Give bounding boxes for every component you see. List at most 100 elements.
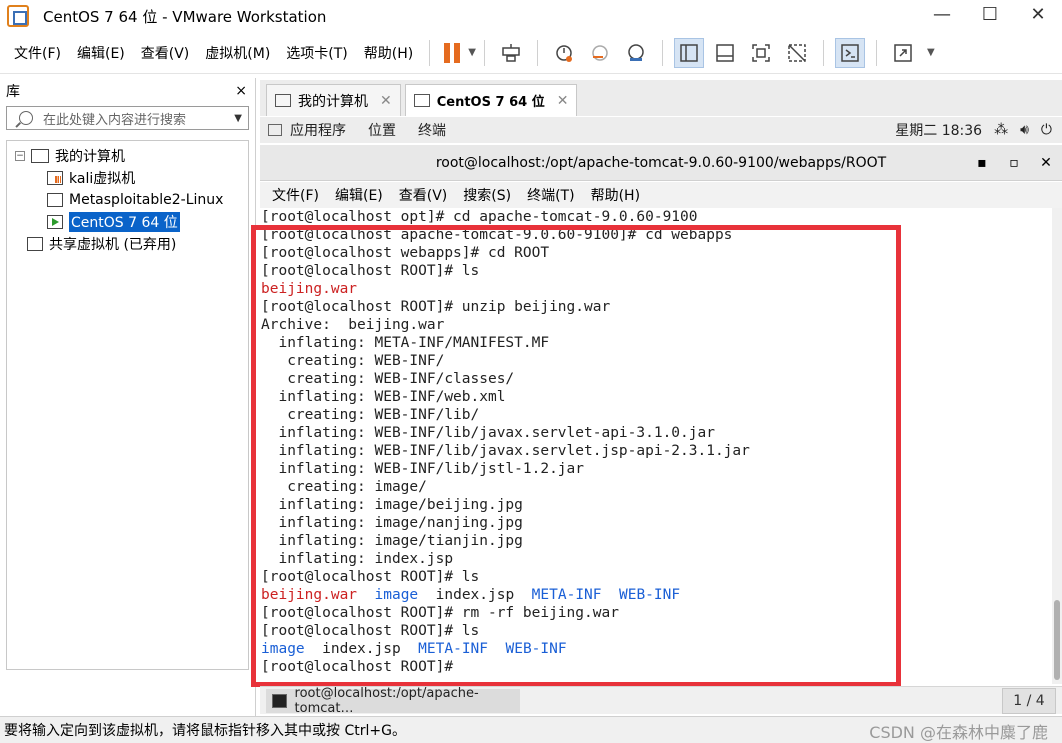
terminal-line: inflating: WEB-INF/lib/javax.servlet-api… [261, 425, 715, 441]
tree-item-shared[interactable]: 共享虚拟机 (已弃用) [7, 233, 248, 255]
terminal-line: [root@localhost ROOT]# unzip beijing.war [261, 299, 611, 315]
close-icon[interactable]: ✕ [557, 93, 569, 109]
library-view-icon[interactable] [673, 37, 704, 68]
clock[interactable]: 星期二 18:36 [895, 120, 982, 140]
ls-entry: image [261, 641, 305, 657]
power-icon[interactable]: ⏻ [1041, 122, 1052, 138]
terminal-menu-search[interactable]: 搜索(S) [459, 185, 515, 205]
library-tree: − 我的计算机 kali虚拟机 Metasploitable2-Linux Ce… [6, 140, 249, 670]
terminal-line: Archive: beijing.war [261, 317, 445, 333]
terminal-line: creating: image/ [261, 479, 427, 495]
places-menu[interactable]: 位置 [368, 120, 396, 140]
ls-entry: META-INF [531, 587, 602, 603]
ls-output-line: image index.jsp META-INF WEB-INF [260, 640, 1052, 658]
library-search-input[interactable]: 在此处键入内容进行搜索 ▼ [6, 106, 249, 130]
tab-centos[interactable]: CentOS 7 64 位 ✕ [404, 84, 578, 116]
close-button[interactable]: ✕ [1030, 145, 1062, 181]
close-button[interactable]: ✕ [1014, 0, 1062, 32]
menu-view[interactable]: 查看(V) [133, 43, 198, 63]
ls-entry: META-INF [418, 641, 489, 657]
chevron-down-icon[interactable]: ▼ [927, 47, 935, 58]
terminal-line: inflating: image/nanjing.jpg [261, 515, 523, 531]
tab-label: CentOS 7 64 位 [436, 95, 545, 110]
console-view-icon[interactable] [710, 38, 740, 68]
ls-entry: index.jsp [435, 587, 515, 603]
tree-label: CentOS 7 64 位 [69, 212, 180, 232]
tree-item-kali[interactable]: kali虚拟机 [7, 167, 248, 189]
terminal-output[interactable]: [root@localhost opt]# cd apache-tomcat-9… [260, 208, 1052, 684]
unity-icon[interactable] [782, 38, 812, 68]
apps-icon [268, 124, 282, 136]
terminal-menu-file[interactable]: 文件(F) [268, 185, 323, 205]
taskbar-terminal-item[interactable]: root@localhost:/opt/apache-tomcat… [266, 686, 520, 716]
status-bar: 要将输入定向到该虚拟机，请将鼠标指针移入其中或按 Ctrl+G。 CSDN @在… [0, 716, 1062, 743]
terminal-view-icon[interactable] [834, 37, 865, 68]
scrollbar-thumb[interactable] [1054, 600, 1060, 680]
collapse-icon[interactable]: − [15, 151, 25, 161]
chevron-down-icon[interactable]: ▼ [468, 47, 476, 58]
terminal-line: inflating: WEB-INF/lib/javax.servlet.jsp… [261, 443, 750, 459]
maximize-button[interactable]: ☐ [966, 0, 1014, 32]
ls-entry: beijing.war [261, 587, 358, 603]
terminal-line: [root@localhost ROOT]# [261, 659, 462, 675]
toolbar-separator [536, 39, 538, 66]
menu-help[interactable]: 帮助(H) [356, 43, 421, 63]
search-icon [19, 111, 33, 125]
tree-item-metasploitable[interactable]: Metasploitable2-Linux [7, 189, 248, 211]
terminal-menu-terminal[interactable]: 终端(T) [523, 185, 578, 205]
terminal-menu-view[interactable]: 查看(V) [395, 185, 452, 205]
toolbar-separator [483, 39, 485, 66]
terminal-line: creating: WEB-INF/lib/ [261, 407, 480, 423]
terminal-menu-edit[interactable]: 编辑(E) [331, 185, 387, 205]
chevron-down-icon[interactable]: ▼ [234, 113, 242, 124]
volume-icon[interactable]: 🔊︎ [1020, 122, 1029, 138]
revert-snapshot-icon[interactable] [585, 38, 615, 68]
library-close-button[interactable]: × [235, 83, 247, 99]
terminal-title: root@localhost:/opt/apache-tomcat-9.0.60… [435, 154, 887, 171]
terminal-line: [root@localhost ROOT]# ls [261, 569, 480, 585]
terminal-window-controls: ▪ ▫ ✕ [966, 145, 1062, 181]
terminal-scrollbar[interactable] [1052, 208, 1062, 684]
vm-icon [47, 193, 63, 207]
snapshot-icon[interactable] [549, 38, 579, 68]
pause-icon[interactable] [444, 42, 462, 63]
terminal-menu-help[interactable]: 帮助(H) [587, 185, 644, 205]
applications-menu[interactable]: 应用程序 [268, 120, 346, 140]
fullscreen-icon[interactable] [746, 38, 776, 68]
terminal-line: beijing.war [261, 281, 358, 297]
menu-file[interactable]: 文件(F) [6, 43, 69, 63]
ls-entry: image [374, 587, 419, 603]
menu-tabs[interactable]: 选项卡(T) [278, 43, 355, 63]
workspace-pager[interactable]: 1 / 4 [1002, 687, 1056, 714]
tab-my-computer[interactable]: 我的计算机 ✕ [266, 84, 401, 116]
minimize-button[interactable]: ▪ [966, 145, 998, 181]
applications-label: 应用程序 [290, 123, 346, 139]
window-title: CentOS 7 64 位 - VMware Workstation [43, 7, 327, 26]
menu-edit[interactable]: 编辑(E) [69, 43, 133, 63]
maximize-button[interactable]: ▫ [998, 145, 1030, 181]
tab-bar: 我的计算机 ✕ CentOS 7 64 位 ✕ [260, 80, 1062, 116]
terminal-line: [root@localhost webapps]# cd ROOT [261, 245, 550, 261]
tree-item-centos[interactable]: CentOS 7 64 位 [7, 211, 248, 233]
tree-item-my-computer[interactable]: − 我的计算机 [7, 145, 248, 167]
terminal-menu[interactable]: 终端 [418, 120, 446, 140]
menu-toolbar: 文件(F) 编辑(E) 查看(V) 虚拟机(M) 选项卡(T) 帮助(H) ▼ … [0, 32, 1062, 74]
close-icon[interactable]: ✕ [380, 93, 392, 109]
stretch-icon[interactable] [888, 38, 918, 68]
window-controls: — ☐ ✕ [918, 0, 1062, 32]
toolbar-separator [875, 39, 877, 66]
title-bar: CentOS 7 64 位 - VMware Workstation — ☐ ✕ [0, 0, 1062, 32]
network-icon[interactable]: ⁂ [994, 122, 1008, 138]
tree-label: 我的计算机 [55, 149, 125, 165]
snapshot-manager-icon[interactable] [621, 38, 651, 68]
minimize-button[interactable]: — [918, 0, 966, 32]
library-panel: 库 × 在此处键入内容进行搜索 ▼ − 我的计算机 kali虚拟机 Metasp… [0, 78, 256, 716]
computer-icon [31, 149, 49, 163]
ls-entry: index.jsp [322, 641, 401, 657]
library-title: 库 [6, 84, 20, 100]
menu-vm[interactable]: 虚拟机(M) [197, 43, 278, 63]
ls-entry: WEB-INF [618, 587, 681, 603]
terminal-line: [root@localhost ROOT]# rm -rf beijing.wa… [261, 605, 619, 621]
send-keys-icon[interactable] [496, 38, 526, 68]
terminal-line: inflating: WEB-INF/lib/jstl-1.2.jar [261, 461, 585, 477]
